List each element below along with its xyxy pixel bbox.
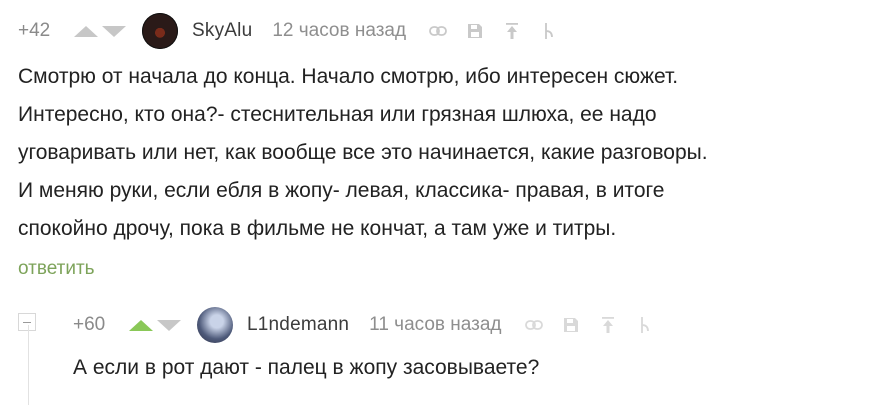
go-to-parent-icon[interactable] [598,315,618,335]
reply-link[interactable]: ответить [18,258,95,280]
comment-header: +42 SkyAlu 12 часов назад [18,0,873,62]
link-icon[interactable] [524,315,544,335]
branch-icon[interactable] [635,315,655,335]
comment-header: +60 L1ndemann 11 часов назад [73,294,873,356]
branch-icon[interactable] [539,21,559,41]
comment-tools [428,21,559,41]
comment-text-line: И меняю руки, если ебля в жопу- левая, к… [18,179,665,202]
comment-author[interactable]: SkyAlu [192,20,252,42]
go-to-parent-icon[interactable] [502,21,522,41]
avatar[interactable] [142,13,178,49]
comment-time[interactable]: 12 часов назад [272,20,406,42]
comment-rating: +60 [73,314,106,335]
avatar[interactable] [197,307,233,343]
comment-text-line: Смотрю от начала до конца. Начало смотрю… [18,65,679,88]
comment-text-line: спокойно дрочу, пока в фильме не кончат,… [18,217,617,240]
link-icon[interactable] [428,21,448,41]
downvote-icon[interactable] [102,25,126,37]
reply-comment: +60 L1ndemann 11 часов назад А если в ро… [73,294,873,379]
save-icon[interactable] [465,21,485,41]
thread-line[interactable] [28,325,29,405]
comment-text-line: уговаривать или нет, как вообще все это … [18,141,708,164]
comment-text: Смотрю от начала до конца. Начало смотрю… [18,58,858,248]
comment-author[interactable]: L1ndemann [247,314,349,336]
save-icon[interactable] [561,315,581,335]
comment-time[interactable]: 11 часов назад [369,314,501,336]
comment-text: А если в рот дают - палец в жопу засовыв… [73,356,540,379]
collapse-thread-button[interactable] [18,313,36,331]
upvote-icon[interactable] [74,25,98,37]
upvote-icon[interactable] [129,319,153,331]
comment-text-line: Интересно, кто она?- стеснительная или г… [18,103,657,126]
downvote-icon[interactable] [157,319,181,331]
comment-tools [524,315,655,335]
comment-rating: +42 [18,20,51,41]
comment: +42 SkyAlu 12 часов назад Смотрю от нача… [18,0,873,279]
